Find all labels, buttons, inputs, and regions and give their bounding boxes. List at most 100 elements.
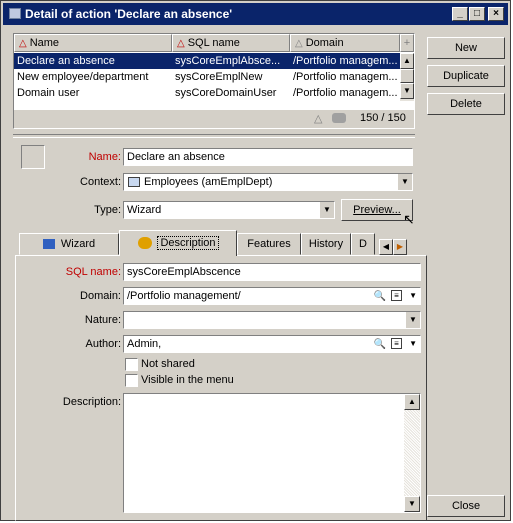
record-count: 150 / 150 — [360, 112, 406, 124]
wizard-icon — [42, 239, 55, 250]
list-row[interactable]: Declare an absence sysCoreEmplAbsce... /… — [14, 53, 400, 69]
author-field[interactable]: Admin, 🔍 ≡ ▼ — [123, 335, 421, 353]
domain-value: /Portfolio management/ — [127, 290, 241, 302]
search-icon[interactable]: 🔍 — [374, 337, 386, 352]
gear-icon — [138, 237, 153, 250]
action-icon-placeholder — [21, 145, 45, 169]
search-icon[interactable]: 🔍 — [374, 289, 386, 304]
actions-list[interactable]: △ Name △ SQL name △ Domain + Declare an abs… — [13, 33, 415, 129]
description-textarea[interactable]: ▲ ▼ — [123, 393, 421, 513]
new-button[interactable]: New — [427, 37, 505, 59]
details-icon[interactable]: ≡ — [391, 338, 402, 349]
list-row[interactable]: Domain user sysCoreDomainUser /Portfolio… — [14, 85, 400, 101]
divider — [13, 134, 415, 138]
column-chooser-icon[interactable]: + — [400, 34, 414, 52]
author-value: Admin, — [127, 338, 162, 350]
sql-name-field[interactable]: sysCoreEmplAbscence — [123, 263, 421, 281]
scroll-up-icon[interactable]: ▲ — [400, 53, 414, 69]
row-name: Domain user — [17, 87, 80, 99]
tab-wizard[interactable]: Wizard — [19, 233, 119, 255]
records-icon — [332, 113, 346, 123]
table-icon — [128, 177, 140, 187]
button-label: Delete — [450, 98, 482, 110]
chevron-down-icon[interactable]: ▼ — [319, 202, 334, 218]
close-button[interactable]: Close — [427, 495, 505, 517]
tab-label: D — [359, 238, 367, 250]
window-icon — [9, 8, 21, 19]
column-header-domain[interactable]: △ Domain — [290, 34, 400, 52]
detail-window: Detail of action 'Declare an absence' _ … — [0, 0, 511, 521]
button-label: Close — [451, 500, 481, 512]
button-label: New — [454, 42, 477, 54]
chevron-down-icon[interactable]: ▼ — [405, 312, 420, 328]
mouse-cursor-icon: ↖ — [403, 211, 415, 227]
details-icon[interactable]: ≡ — [391, 290, 402, 301]
tab-features[interactable]: Features — [237, 233, 301, 255]
visible-menu-checkbox[interactable] — [125, 374, 138, 387]
minimize-button[interactable]: _ — [452, 7, 468, 21]
status-triangle-icon: △ — [314, 113, 323, 125]
type-select[interactable]: Wizard ▼ — [123, 201, 335, 219]
sort-triangle-icon: △ — [295, 38, 303, 49]
type-label: Type: — [94, 204, 121, 216]
column-header-name[interactable]: △ Name — [14, 34, 172, 52]
context-select[interactable]: Employees (amEmplDept) ▼ — [123, 173, 413, 191]
row-name: New employee/department — [17, 71, 149, 83]
visible-menu-label: Visible in the menu — [141, 374, 234, 386]
chevron-down-icon[interactable]: ▼ — [409, 336, 417, 352]
sort-triangle-icon: △ — [177, 38, 185, 49]
button-label: Preview... — [353, 204, 401, 216]
row-domain: /Portfolio managem... — [293, 55, 398, 67]
column-header-sql[interactable]: △ SQL name — [172, 34, 290, 52]
sql-name-label: SQL name: — [65, 266, 121, 278]
name-label: Name: — [88, 151, 121, 163]
tab-label: Features — [247, 238, 291, 250]
maximize-button[interactable]: □ — [469, 7, 485, 21]
sort-triangle-icon: △ — [19, 38, 27, 49]
row-domain: /Portfolio managem... — [293, 71, 398, 83]
delete-button[interactable]: Delete — [427, 93, 505, 115]
column-header-label: SQL name — [187, 37, 240, 49]
close-window-button[interactable]: × — [488, 7, 504, 21]
row-domain: /Portfolio managem... — [293, 87, 398, 99]
tab-label: Wizard — [60, 238, 96, 250]
window-title: Detail of action 'Declare an absence' — [25, 7, 233, 21]
row-name: Declare an absence — [17, 55, 115, 67]
domain-field[interactable]: /Portfolio management/ 🔍 ≡ ▼ — [123, 287, 421, 305]
column-header-label: Name — [29, 37, 60, 49]
name-value: Declare an absence — [127, 151, 225, 163]
duplicate-button[interactable]: Duplicate — [427, 65, 505, 87]
nature-label: Nature: — [84, 314, 121, 326]
scroll-up-icon[interactable]: ▲ — [404, 394, 420, 410]
not-shared-checkbox[interactable] — [125, 358, 138, 371]
context-label: Context: — [80, 176, 121, 188]
list-row[interactable]: New employee/department sysCoreEmplNew /… — [14, 69, 400, 85]
nature-select[interactable]: ▼ — [123, 311, 421, 329]
tab-scroll-left-icon[interactable]: ◀ — [379, 239, 393, 255]
name-field[interactable]: Declare an absence — [123, 148, 413, 166]
title-bar[interactable]: Detail of action 'Declare an absence' _ … — [3, 3, 508, 25]
tab-label: History — [308, 238, 344, 250]
scroll-down-icon[interactable]: ▼ — [404, 496, 420, 512]
type-value: Wizard — [127, 204, 162, 216]
description-scrollbar[interactable] — [404, 394, 420, 512]
tab-scroll-right-icon[interactable]: ▶ — [393, 239, 407, 255]
scroll-thumb[interactable] — [400, 69, 414, 83]
tab-more[interactable]: D — [351, 233, 375, 255]
context-value: Employees (amEmplDept) — [144, 176, 273, 188]
chevron-down-icon[interactable]: ▼ — [397, 174, 412, 190]
tab-history[interactable]: History — [301, 233, 351, 255]
sql-name-value: sysCoreEmplAbscence — [127, 266, 241, 278]
chevron-down-icon[interactable]: ▼ — [409, 288, 417, 304]
row-sql-name: sysCoreEmplNew — [175, 71, 263, 83]
column-header-label: Domain — [305, 37, 344, 49]
button-label: Duplicate — [443, 70, 489, 82]
author-label: Author: — [85, 338, 121, 350]
list-footer: △ 150 / 150 — [14, 110, 414, 128]
domain-label: Domain: — [80, 290, 121, 302]
description-label: Description: — [62, 396, 121, 408]
tab-description[interactable]: Description — [119, 230, 237, 256]
scroll-down-icon[interactable]: ▼ — [400, 83, 414, 99]
row-sql-name: sysCoreEmplAbsce... — [175, 55, 281, 67]
tab-label: Description — [157, 236, 219, 250]
